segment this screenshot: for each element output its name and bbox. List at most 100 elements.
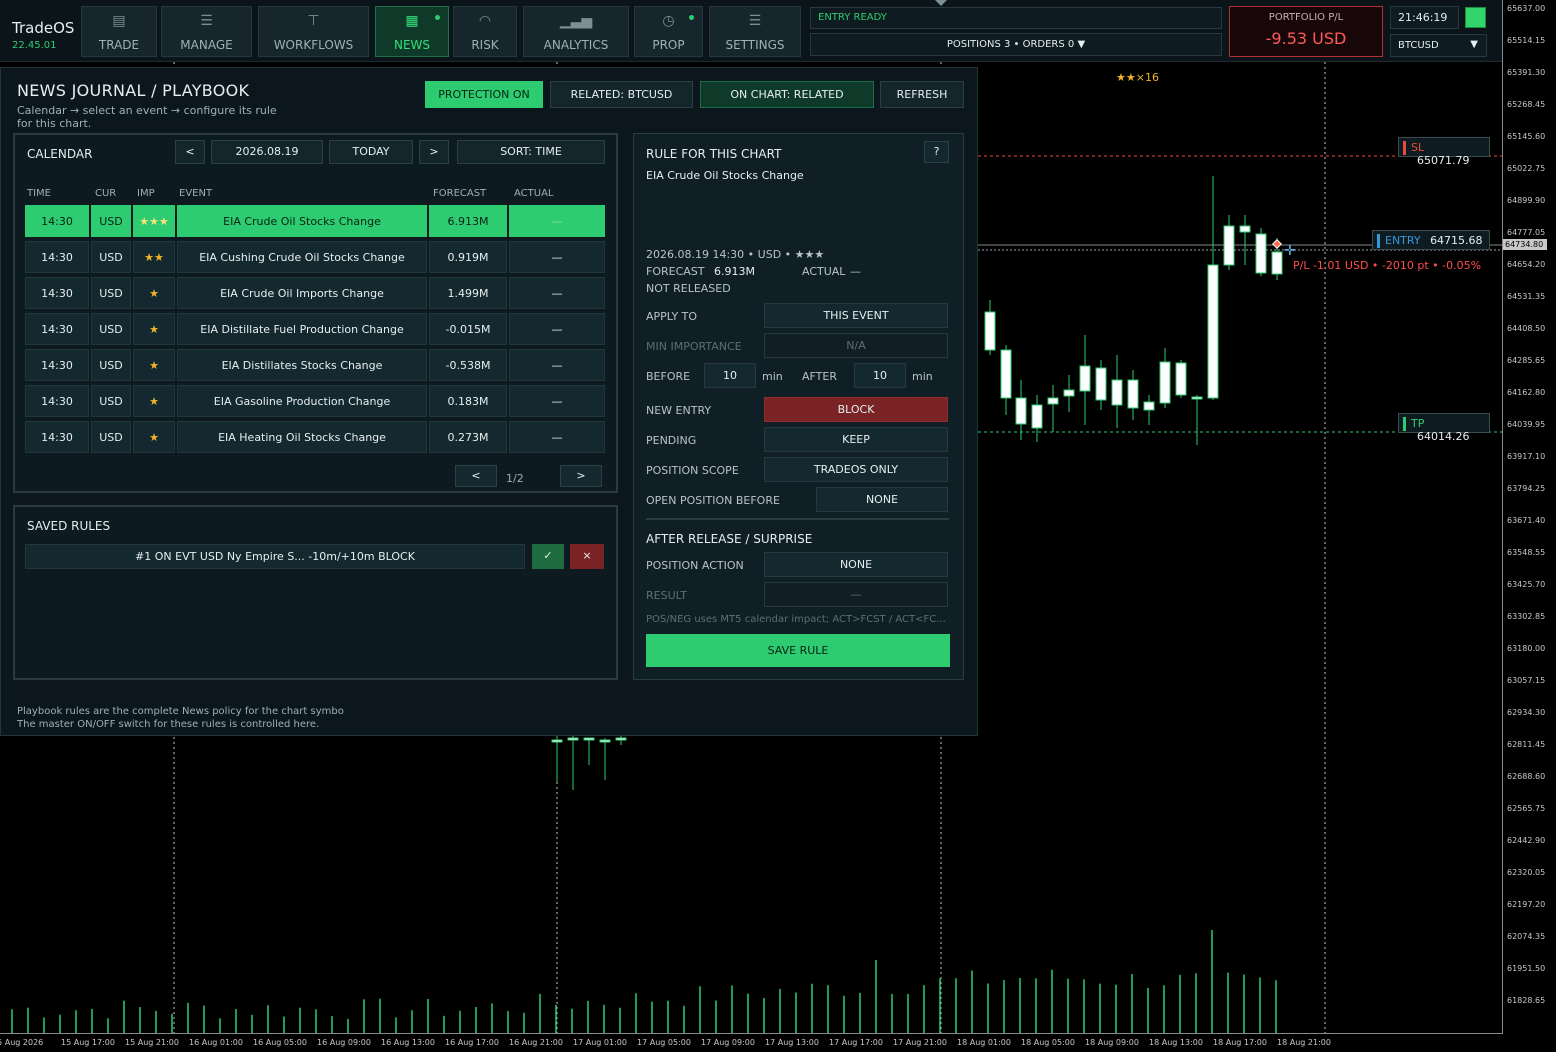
candle-body bbox=[1031, 404, 1043, 429]
actual-label: ACTUAL bbox=[802, 265, 846, 278]
open-position-before-label: OPEN POSITION BEFORE bbox=[646, 494, 780, 507]
nav-workflows[interactable]: ⊤ WORKFLOWS bbox=[258, 6, 369, 57]
cell-cur: USD bbox=[91, 241, 131, 273]
nav-label: NEWS bbox=[393, 38, 431, 52]
after-minutes-input[interactable]: 10 bbox=[854, 363, 906, 388]
today-button[interactable]: TODAY bbox=[329, 140, 413, 164]
cell-time: 14:30 bbox=[25, 313, 89, 345]
open-position-before-select[interactable]: NONE bbox=[816, 487, 948, 512]
footnote-line-1: Playbook rules are the complete News pol… bbox=[17, 706, 344, 717]
price-tick: 62442.90 bbox=[1507, 836, 1546, 845]
position-scope-select[interactable]: TRADEOS ONLY bbox=[764, 457, 948, 482]
new-entry-select[interactable]: BLOCK bbox=[764, 397, 948, 422]
sort-button[interactable]: SORT: TIME bbox=[457, 140, 605, 164]
after-release-title: AFTER RELEASE / SURPRISE bbox=[646, 532, 813, 546]
time-tick: 18 Aug 17:00 bbox=[1213, 1038, 1267, 1047]
saved-rule-item[interactable]: #1 ON EVT USD Ny Empire S... -10m/+10m B… bbox=[25, 544, 525, 569]
rule-divider bbox=[646, 518, 949, 520]
candle-body bbox=[1079, 365, 1091, 392]
panel-subtitle: Calendar → select an event → configure i… bbox=[17, 104, 277, 130]
cell-forecast: 6.913M bbox=[429, 205, 507, 237]
date-field[interactable]: 2026.08.19 bbox=[211, 140, 323, 164]
time-tick: 18 Aug 01:00 bbox=[957, 1038, 1011, 1047]
chevron-down-icon: ▼ bbox=[1470, 39, 1478, 50]
price-tick: 62811.45 bbox=[1507, 740, 1546, 749]
next-day-button[interactable]: > bbox=[419, 140, 449, 164]
protection-toggle-button[interactable]: PROTECTION ON bbox=[425, 81, 543, 108]
entry-marker bbox=[1272, 239, 1282, 249]
time-tick: 18 Aug 09:00 bbox=[1085, 1038, 1139, 1047]
cell-actual: — bbox=[509, 277, 605, 309]
price-tick: 63057.15 bbox=[1507, 676, 1546, 685]
nav-manage[interactable]: ☰ MANAGE bbox=[161, 6, 252, 57]
event-marker[interactable]: ★★×16 bbox=[1116, 71, 1159, 84]
position-pl-label: P/L -1.01 USD • -2010 pt • -0.05% bbox=[1293, 259, 1482, 272]
nav-prop[interactable]: ◷ PROP bbox=[634, 6, 703, 57]
price-tick: 61828.65 bbox=[1507, 996, 1546, 1005]
time-tick: 16 Aug 17:00 bbox=[445, 1038, 499, 1047]
nav-settings[interactable]: ☰ SETTINGS bbox=[709, 6, 801, 57]
on-chart-related-button[interactable]: ON CHART: RELATED bbox=[700, 81, 874, 108]
volume-series bbox=[11, 930, 1277, 1034]
enable-rule-button[interactable]: ✓ bbox=[532, 544, 564, 569]
connection-status-indicator[interactable] bbox=[1465, 7, 1486, 28]
time-tick: 18 Aug 05:00 bbox=[1021, 1038, 1075, 1047]
page-next-button[interactable]: > bbox=[560, 465, 602, 487]
nav-analytics[interactable]: ▁▃▅ ANALYTICS bbox=[523, 6, 629, 57]
price-tick: 65391.30 bbox=[1507, 68, 1546, 77]
settings-sliders-icon: ☰ bbox=[748, 13, 762, 29]
price-tick: 63425.70 bbox=[1507, 580, 1546, 589]
prev-day-button[interactable]: < bbox=[175, 140, 205, 164]
sliders-icon: ☰ bbox=[200, 13, 213, 29]
candle-body bbox=[567, 737, 579, 741]
nav-trade[interactable]: ▤ TRADE bbox=[81, 6, 157, 57]
cell-cur: USD bbox=[91, 421, 131, 453]
entry-tag[interactable]: ENTRY 64715.68 bbox=[1372, 230, 1490, 250]
time-axis[interactable]: 15 Aug 2026 15 Aug 17:00 15 Aug 21:00 16 Au… bbox=[0, 1033, 1502, 1052]
cell-actual: — bbox=[509, 205, 605, 237]
nav-label: PROP bbox=[652, 38, 685, 52]
cell-time: 14:30 bbox=[25, 421, 89, 453]
apply-to-label: APPLY TO bbox=[646, 310, 698, 323]
portfolio-pl-label: PORTFOLIO P/L bbox=[1268, 12, 1344, 23]
price-tick: 62565.75 bbox=[1507, 804, 1546, 813]
nav-risk[interactable]: ◠ RISK bbox=[453, 6, 517, 57]
time-tick: 17 Aug 05:00 bbox=[637, 1038, 691, 1047]
position-action-select[interactable]: NONE bbox=[764, 552, 948, 577]
collapse-handle-icon[interactable] bbox=[935, 0, 947, 6]
time-tick: 17 Aug 01:00 bbox=[573, 1038, 627, 1047]
nav-news[interactable]: ▦ NEWS bbox=[375, 6, 449, 57]
time-tick: 18 Aug 13:00 bbox=[1149, 1038, 1203, 1047]
nav-label: ANALYTICS bbox=[543, 38, 609, 52]
delete-rule-button[interactable]: × bbox=[570, 544, 604, 569]
symbol-value: BTCUSD bbox=[1398, 40, 1439, 51]
cell-forecast: 0.919M bbox=[429, 241, 507, 273]
cell-imp: ★ bbox=[133, 421, 175, 453]
help-button[interactable]: ? bbox=[924, 141, 949, 163]
portfolio-pl-value: -9.53 USD bbox=[1265, 29, 1347, 48]
before-minutes-input[interactable]: 10 bbox=[704, 363, 756, 388]
price-axis[interactable]: 65637.00 65514.15 65391.30 65268.45 65145.60… bbox=[1502, 0, 1556, 1034]
candle-body bbox=[1127, 379, 1139, 409]
app-version: 22.45.01 bbox=[12, 40, 57, 51]
price-tick: 64899.90 bbox=[1507, 196, 1546, 205]
min-importance-label: MIN IMPORTANCE bbox=[646, 340, 742, 353]
result-value: — bbox=[764, 582, 948, 607]
col-header-cur: CUR bbox=[95, 188, 117, 199]
save-rule-button[interactable]: SAVE RULE bbox=[646, 634, 950, 667]
cell-forecast: -0.015M bbox=[429, 313, 507, 345]
refresh-button[interactable]: REFRESH bbox=[880, 81, 964, 108]
sl-tag[interactable]: SL 65071.79 bbox=[1398, 137, 1490, 167]
min-importance-select[interactable]: N/A bbox=[764, 333, 948, 358]
notification-dot bbox=[689, 15, 694, 20]
tp-tag[interactable]: TP 64014.26 bbox=[1398, 413, 1490, 443]
positions-orders-dropdown[interactable]: POSITIONS 3 • ORDERS 0 ▼ bbox=[810, 33, 1222, 56]
app-title: TradeOS bbox=[12, 19, 75, 37]
related-symbol-button[interactable]: RELATED: BTCUSD bbox=[550, 81, 693, 108]
apply-to-select[interactable]: THIS EVENT bbox=[764, 303, 948, 328]
pending-label: PENDING bbox=[646, 434, 697, 447]
symbol-select[interactable]: BTCUSD ▼ bbox=[1390, 34, 1487, 57]
page-prev-button[interactable]: < bbox=[455, 465, 497, 487]
tp-label: TP bbox=[1411, 417, 1425, 430]
pending-select[interactable]: KEEP bbox=[764, 427, 948, 452]
